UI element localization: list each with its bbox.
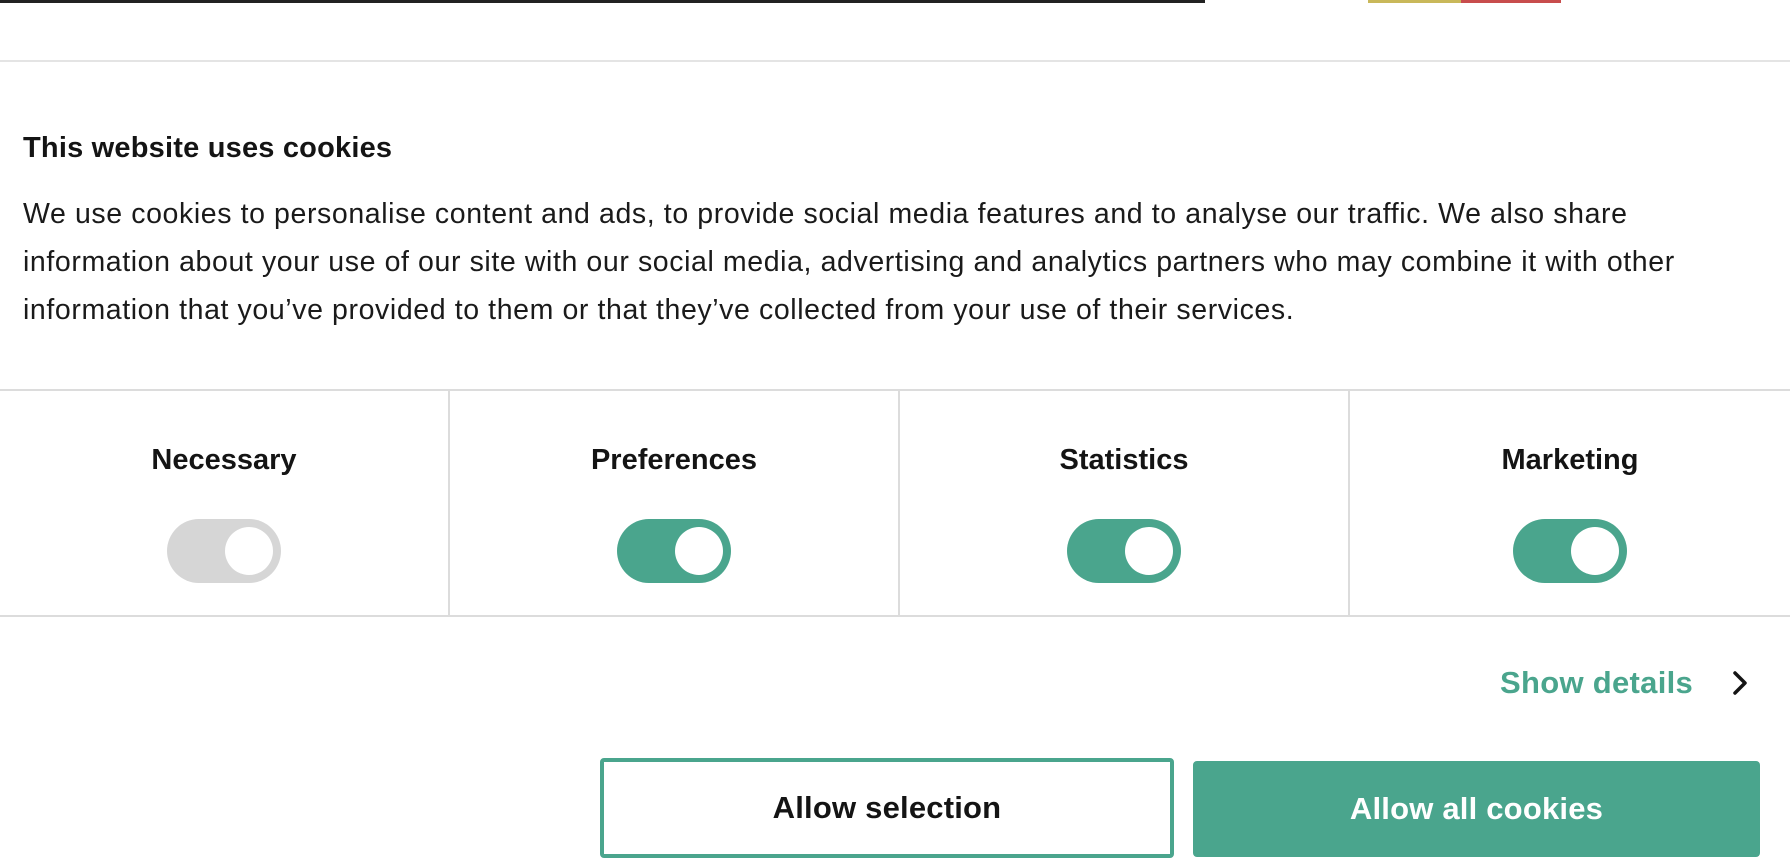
toggle-knob bbox=[225, 527, 273, 575]
background-page bbox=[0, 0, 1790, 62]
background-page-image bbox=[1368, 0, 1461, 3]
statistics-toggle[interactable] bbox=[1067, 519, 1181, 583]
toggle-knob bbox=[675, 527, 723, 575]
preferences-toggle[interactable] bbox=[617, 519, 731, 583]
necessary-toggle bbox=[167, 519, 281, 583]
show-details-label: Show details bbox=[1500, 665, 1694, 700]
category-statistics: Statistics bbox=[900, 391, 1350, 615]
toggle-knob bbox=[1125, 527, 1173, 575]
category-label: Statistics bbox=[1059, 444, 1189, 476]
cookie-categories: Necessary Preferences Statistics Marketi… bbox=[0, 389, 1790, 617]
dialog-title: This website uses cookies bbox=[23, 132, 393, 164]
marketing-toggle[interactable] bbox=[1513, 519, 1627, 583]
background-page-bar bbox=[0, 0, 1205, 3]
category-preferences: Preferences bbox=[450, 391, 900, 615]
allow-all-cookies-button[interactable]: Allow all cookies bbox=[1193, 761, 1760, 857]
category-necessary: Necessary bbox=[0, 391, 450, 615]
category-marketing: Marketing bbox=[1350, 391, 1790, 615]
category-label: Marketing bbox=[1501, 444, 1639, 476]
allow-selection-button[interactable]: Allow selection bbox=[600, 758, 1174, 858]
dialog-description: We use cookies to personalise content an… bbox=[23, 198, 1675, 326]
background-page-image bbox=[1461, 0, 1561, 3]
chevron-right-icon bbox=[1733, 671, 1747, 695]
toggle-knob bbox=[1571, 527, 1619, 575]
category-label: Preferences bbox=[590, 444, 758, 476]
show-details-link[interactable]: Show details bbox=[1500, 665, 1753, 701]
category-label: Necessary bbox=[151, 444, 297, 476]
cookie-consent-dialog: This website uses cookies We use cookies… bbox=[0, 62, 1790, 860]
